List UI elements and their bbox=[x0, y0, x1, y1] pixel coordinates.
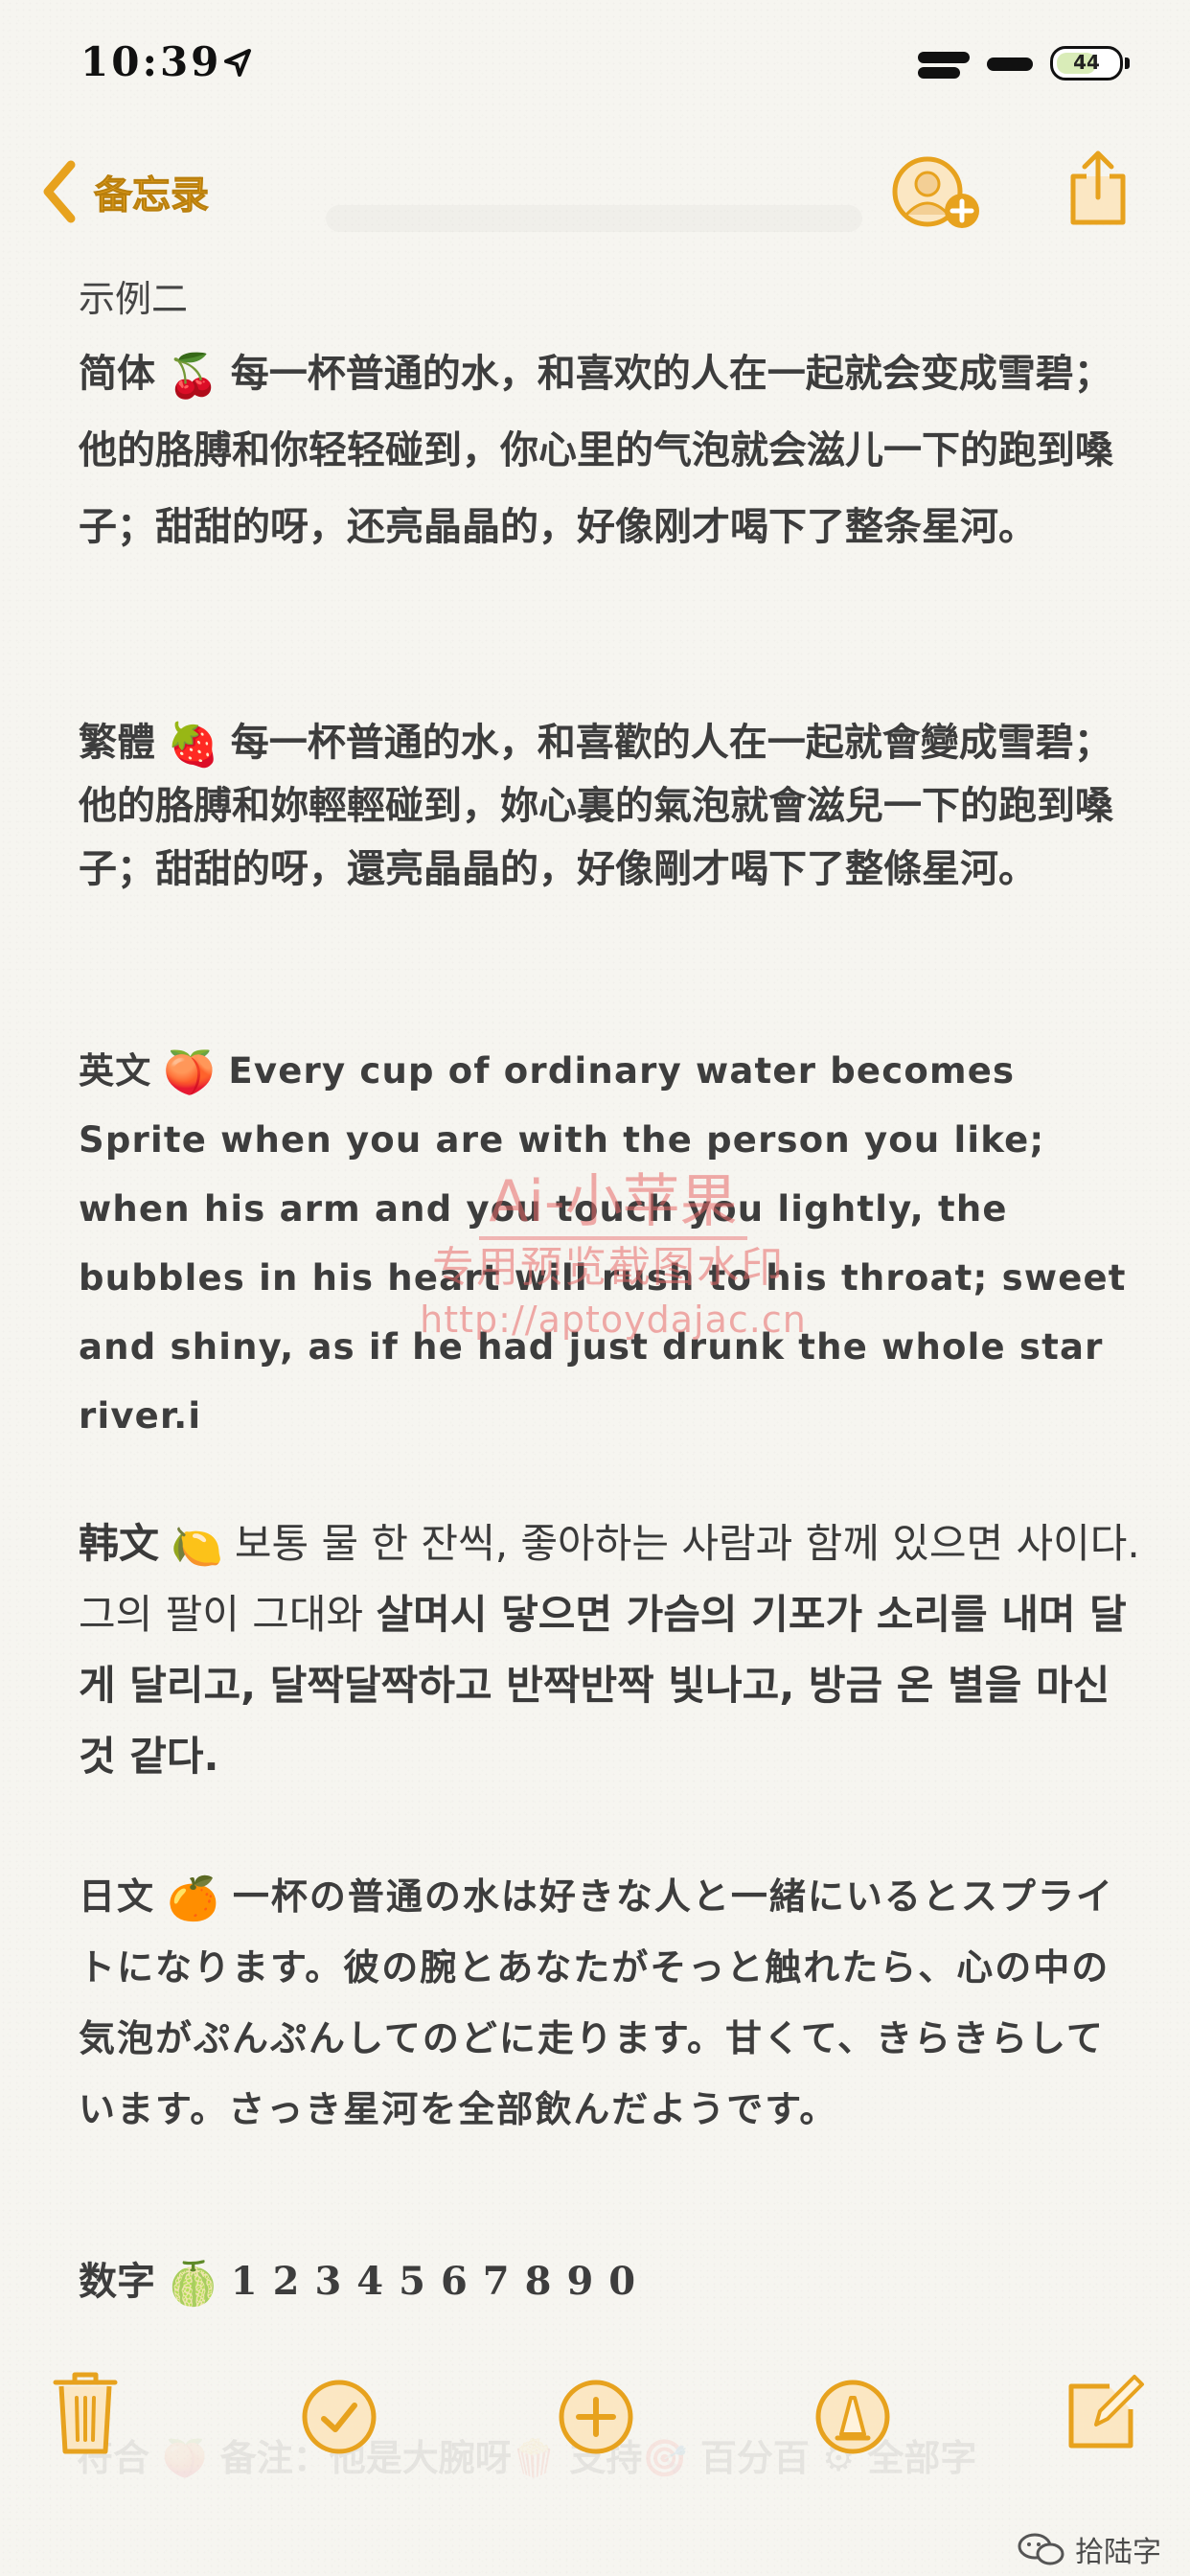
label-english: 英文 bbox=[79, 1050, 152, 1092]
markup-button[interactable] bbox=[812, 2377, 893, 2457]
label-korean: 韩文 bbox=[79, 1520, 160, 1567]
compose-icon bbox=[1068, 2375, 1144, 2449]
paragraph-simplified: 简体 🍒 每一杯普通的水，和喜欢的人在一起就会变成雪碧；他的胳膊和你轻轻碰到，你心里… bbox=[79, 335, 1142, 565]
label-traditional: 繁體 bbox=[79, 721, 155, 765]
markup-icon bbox=[815, 2380, 890, 2454]
label-digits: 数字 bbox=[79, 2260, 155, 2304]
peach-icon: 🍑 bbox=[163, 1048, 217, 1097]
status-bar: 10:39 44 bbox=[0, 0, 1190, 134]
battery-icon: 44 bbox=[1050, 46, 1123, 80]
add-icon bbox=[559, 2380, 633, 2454]
text-simplified: 每一杯普通的水，和喜欢的人在一起就会变成雪碧；他的胳膊和你轻轻碰到，你心里的气泡… bbox=[79, 352, 1113, 549]
checklist-icon bbox=[302, 2380, 377, 2454]
delete-button[interactable] bbox=[52, 2369, 119, 2457]
chevron-left-icon bbox=[43, 160, 76, 223]
trash-icon bbox=[53, 2372, 118, 2454]
text-english: Every cup of ordinary water becomes Spri… bbox=[79, 1050, 1127, 1437]
note-body[interactable]: 示例二 简体 🍒 每一杯普通的水，和喜欢的人在一起就会变成雪碧；他的胳膊和你轻轻碰到… bbox=[79, 270, 1142, 2306]
back-label: 备忘录 bbox=[94, 173, 210, 218]
lemon-icon: 🍋 bbox=[171, 1523, 223, 1572]
label-japanese: 日文 bbox=[79, 1875, 156, 1918]
nav-bar: 备忘录 bbox=[0, 134, 1190, 259]
label-simplified: 简体 bbox=[79, 352, 155, 396]
text-japanese: 一杯の普通の水は好きな人と一緒にいるとスプライトになります。彼の腕とあなたがそっ… bbox=[79, 1875, 1114, 2130]
wifi-icon bbox=[987, 58, 1033, 71]
checklist-button[interactable] bbox=[299, 2377, 379, 2457]
tangerine-icon: 🍊 bbox=[167, 1874, 221, 1923]
share-icon bbox=[1070, 150, 1126, 225]
paragraph-korean: 韩文 🍋 보통 물 한 잔씩, 좋아하는 사람과 함께 있으면 사이다. 그의 팔이… bbox=[79, 1508, 1142, 1792]
battery-tip bbox=[1125, 58, 1130, 69]
credit-text: 拾陆字 bbox=[1075, 2536, 1161, 2569]
melon-icon: 🍈 bbox=[167, 2260, 219, 2309]
bottom-toolbar bbox=[0, 2367, 1190, 2463]
text-digits: 1234567890 bbox=[230, 2259, 652, 2304]
nav-ghost-text bbox=[326, 205, 862, 232]
battery-level: 44 bbox=[1073, 51, 1100, 74]
add-people-button[interactable] bbox=[889, 153, 985, 234]
add-person-icon bbox=[892, 156, 979, 228]
paragraph-traditional: 繁體 🍓 每一杯普通的水，和喜歡的人在一起就會變成雪碧；他的胳膊和妳輕輕碰到，妳心裏… bbox=[79, 711, 1142, 901]
paragraph-japanese: 日文 🍊 一杯の普通の水は好きな人と一緒にいるとスプライトになります。彼の腕とあなた… bbox=[79, 1861, 1142, 2145]
back-button[interactable]: 备忘录 bbox=[38, 153, 210, 230]
status-time: 10:39 bbox=[80, 38, 222, 85]
location-arrow-icon bbox=[224, 49, 251, 77]
strawberry-icon: 🍓 bbox=[167, 721, 219, 770]
text-traditional: 每一杯普通的水，和喜歡的人在一起就會變成雪碧；他的胳膊和妳輕輕碰到，妳心裏的氣泡… bbox=[79, 721, 1113, 891]
cellular-signal-icon bbox=[918, 50, 970, 80]
add-button[interactable] bbox=[556, 2377, 636, 2457]
paragraph-english: 英文 🍑 Every cup of ordinary water becomes S… bbox=[79, 1037, 1142, 1451]
share-button[interactable] bbox=[1067, 148, 1129, 228]
credit: 拾陆字 bbox=[1018, 2528, 1161, 2570]
compose-button[interactable] bbox=[1065, 2369, 1146, 2453]
paragraph-digits: 数字 🍈 1234567890 bbox=[79, 2246, 1142, 2317]
wechat-icon bbox=[1018, 2533, 1064, 2565]
note-title: 示例二 bbox=[79, 278, 189, 320]
cherry-icon: 🍒 bbox=[167, 352, 219, 401]
